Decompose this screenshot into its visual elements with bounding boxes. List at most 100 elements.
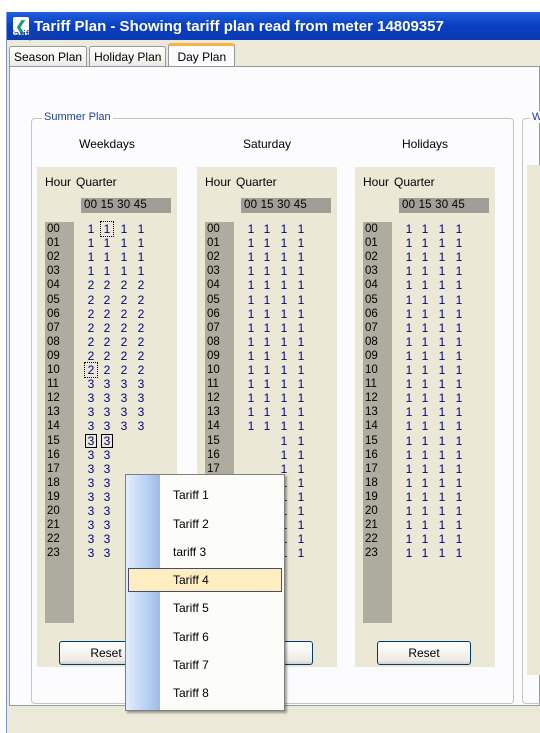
tariff-cell[interactable]: 1 [403, 236, 415, 250]
tariff-cell[interactable]: 3 [85, 448, 97, 462]
menu-item-tariff-8[interactable]: Tariff 8 [128, 681, 282, 705]
tariff-cell[interactable]: 1 [261, 264, 273, 278]
tariff-cell[interactable]: 2 [135, 307, 147, 321]
tariff-cell[interactable]: 2 [118, 307, 130, 321]
tariff-cell[interactable]: 1 [100, 221, 114, 237]
tariff-cell[interactable]: 2 [84, 362, 98, 378]
tariff-cell[interactable]: 1 [261, 391, 273, 405]
tariff-cell[interactable]: 1 [419, 236, 431, 250]
tariff-cell[interactable]: 1 [436, 222, 448, 236]
tariff-cell[interactable]: 1 [419, 321, 431, 335]
tariff-cell[interactable]: 1 [101, 236, 113, 250]
tariff-cell[interactable]: 1 [295, 448, 307, 462]
tariff-cell[interactable]: 1 [278, 335, 290, 349]
tariff-cell[interactable]: 3 [85, 433, 97, 448]
tariff-cell[interactable]: 1 [419, 391, 431, 405]
tariff-cell[interactable]: 2 [85, 278, 97, 292]
tariff-cell[interactable]: 1 [278, 405, 290, 419]
tariff-cell[interactable]: 1 [245, 278, 257, 292]
tariff-cell[interactable]: 1 [261, 405, 273, 419]
tariff-cell[interactable]: 1 [295, 377, 307, 391]
tariff-cell[interactable]: 1 [295, 434, 307, 448]
tariff-cell[interactable]: 1 [101, 250, 113, 264]
tariff-cell[interactable]: 1 [245, 363, 257, 377]
tariff-cell[interactable]: 1 [453, 321, 465, 335]
tariff-cell[interactable]: 3 [101, 391, 113, 405]
tariff-cell[interactable]: 1 [101, 264, 113, 278]
tariff-cell[interactable]: 1 [419, 307, 431, 321]
tariff-cell[interactable]: 1 [453, 264, 465, 278]
tariff-cell[interactable]: 1 [419, 546, 431, 560]
tariff-cell[interactable]: 1 [245, 236, 257, 250]
tariff-cell[interactable]: 1 [278, 363, 290, 377]
tariff-cell[interactable]: 3 [101, 433, 113, 448]
tariff-cell[interactable]: 1 [453, 391, 465, 405]
tariff-cell[interactable]: 1 [453, 405, 465, 419]
tariff-cell[interactable]: 1 [245, 405, 257, 419]
tariff-cell[interactable]: 3 [85, 419, 97, 433]
tariff-cell[interactable]: 3 [135, 377, 147, 391]
tariff-cell[interactable]: 1 [245, 321, 257, 335]
tariff-cell[interactable]: 3 [101, 546, 113, 560]
tariff-cell[interactable]: 1 [403, 532, 415, 546]
tariff-cell[interactable]: 1 [261, 335, 273, 349]
menu-item-tariff-3[interactable]: tariff 3 [128, 540, 282, 564]
tariff-cell[interactable]: 1 [135, 264, 147, 278]
tariff-cell[interactable]: 2 [85, 321, 97, 335]
tariff-cell[interactable]: 1 [118, 236, 130, 250]
tariff-cell[interactable]: 1 [278, 419, 290, 433]
menu-item-tariff-4[interactable]: Tariff 4 [128, 568, 282, 592]
tariff-cell[interactable]: 2 [85, 307, 97, 321]
menu-item-tariff-6[interactable]: Tariff 6 [128, 625, 282, 649]
tariff-cell[interactable]: 1 [419, 434, 431, 448]
tariff-cell[interactable]: 3 [135, 419, 147, 433]
tariff-cell[interactable]: 1 [278, 307, 290, 321]
menu-item-tariff-1[interactable]: Tariff 1 [128, 483, 282, 507]
tariff-cell[interactable]: 1 [261, 307, 273, 321]
tariff-cell[interactable]: 1 [453, 490, 465, 504]
tariff-cell[interactable]: 1 [295, 264, 307, 278]
tariff-cell[interactable]: 1 [295, 236, 307, 250]
tariff-cell[interactable]: 1 [419, 349, 431, 363]
tariff-cell[interactable]: 1 [453, 518, 465, 532]
tariff-cell[interactable]: 2 [118, 293, 130, 307]
tariff-cell[interactable]: 1 [245, 264, 257, 278]
tariff-cell[interactable]: 1 [403, 419, 415, 433]
tariff-cell[interactable]: 1 [261, 250, 273, 264]
tariff-cell[interactable]: 1 [453, 419, 465, 433]
tariff-cell[interactable]: 1 [436, 321, 448, 335]
tariff-cell[interactable]: 1 [403, 363, 415, 377]
tariff-cell[interactable]: 1 [436, 462, 448, 476]
tariff-cell[interactable]: 1 [436, 518, 448, 532]
tariff-cell[interactable]: 1 [436, 490, 448, 504]
tariff-cell[interactable]: 1 [278, 250, 290, 264]
tariff-cell[interactable]: 1 [453, 236, 465, 250]
tariff-cell[interactable]: 3 [135, 405, 147, 419]
tariff-cell[interactable]: 1 [436, 419, 448, 433]
tariff-cell[interactable]: 1 [453, 250, 465, 264]
tariff-cell[interactable]: 1 [135, 250, 147, 264]
tariff-cell[interactable]: 1 [261, 293, 273, 307]
tariff-cell[interactable]: 2 [118, 321, 130, 335]
tariff-cell[interactable]: 1 [278, 349, 290, 363]
tariff-cell[interactable]: 1 [403, 222, 415, 236]
tariff-cell[interactable]: 1 [436, 377, 448, 391]
tariff-cell[interactable]: 1 [135, 222, 147, 236]
menu-item-tariff-7[interactable]: Tariff 7 [128, 653, 282, 677]
tariff-cell[interactable]: 1 [403, 335, 415, 349]
tariff-cell[interactable]: 2 [135, 321, 147, 335]
tariff-cell[interactable]: 1 [436, 250, 448, 264]
tariff-cell[interactable]: 1 [295, 307, 307, 321]
tariff-cell[interactable]: 3 [101, 462, 113, 476]
tariff-cell[interactable]: 1 [419, 335, 431, 349]
tariff-cell[interactable]: 1 [403, 448, 415, 462]
tariff-cell[interactable]: 2 [135, 363, 147, 377]
tariff-cell[interactable]: 1 [295, 405, 307, 419]
tariff-cell[interactable]: 1 [295, 476, 307, 490]
tariff-cell[interactable]: 1 [295, 278, 307, 292]
tariff-cell[interactable]: 2 [101, 349, 113, 363]
tariff-cell[interactable]: 2 [101, 293, 113, 307]
tariff-cell[interactable]: 2 [85, 335, 97, 349]
tariff-cell[interactable]: 1 [295, 250, 307, 264]
tariff-cell[interactable]: 1 [245, 391, 257, 405]
